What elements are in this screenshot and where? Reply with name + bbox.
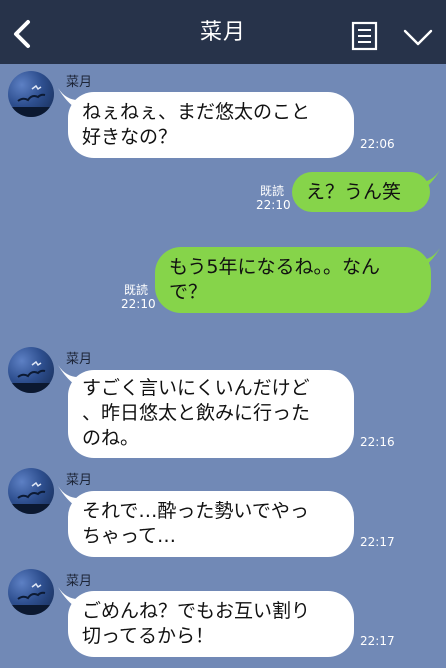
message-time: 22:17: [360, 634, 395, 648]
chat-header: 菜月: [0, 0, 446, 64]
bird-silhouette-icon: [8, 84, 54, 117]
message-bubble[interactable]: もう5年になるね。。なん で？: [155, 247, 431, 313]
outgoing-bubble-tail: [420, 248, 440, 270]
read-indicator: 既読: [123, 283, 148, 297]
contact-avatar[interactable]: [8, 468, 54, 514]
message-time: 22:17: [360, 535, 395, 549]
message-bubble[interactable]: え？うん笑: [292, 172, 430, 212]
menu-button[interactable]: [350, 20, 380, 52]
contact-avatar[interactable]: [8, 71, 54, 117]
back-button[interactable]: [8, 14, 36, 54]
bird-silhouette-icon: [8, 360, 54, 393]
message-bubble[interactable]: すごく言いにくいんだけど 、昨日悠太と飲みに行った のね。: [68, 370, 354, 458]
contact-avatar[interactable]: [8, 569, 54, 615]
message-time: 22:10: [121, 297, 156, 311]
options-dropdown-button[interactable]: [402, 26, 434, 48]
message-bubble[interactable]: それで…酔った勢いでやっ ちゃって…: [68, 491, 354, 557]
message-bubble[interactable]: ねぇねぇ、まだ悠太のこと 好きなの？: [68, 92, 354, 158]
message-time: 22:06: [360, 137, 395, 151]
message-time: 22:16: [360, 435, 395, 449]
bird-silhouette-icon: [8, 481, 54, 514]
message-time: 22:10: [256, 198, 291, 212]
back-arrow-icon: [14, 20, 30, 48]
bird-silhouette-icon: [8, 582, 54, 615]
list-menu-icon: [351, 21, 378, 51]
chevron-down-icon: [403, 29, 433, 46]
read-indicator: 既読: [259, 184, 284, 198]
contact-avatar[interactable]: [8, 347, 54, 393]
message-bubble[interactable]: ごめんね？でもお互い割り 切ってるから！: [68, 591, 354, 657]
outgoing-bubble-tail: [420, 170, 440, 192]
